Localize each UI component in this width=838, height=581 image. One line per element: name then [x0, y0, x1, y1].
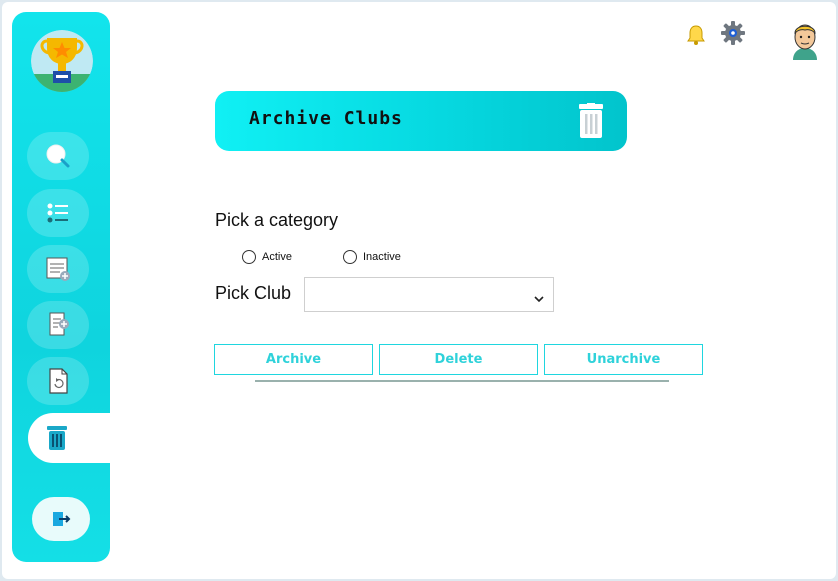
- header-banner: Archive Clubs: [215, 91, 627, 151]
- nav-logout[interactable]: [32, 497, 90, 541]
- sidebar: [12, 12, 158, 562]
- search-icon: [46, 144, 70, 168]
- trophy-logo: [31, 30, 93, 92]
- radio-active-circle[interactable]: [242, 250, 256, 264]
- trash-icon: [47, 426, 67, 450]
- refresh-document-icon: [49, 368, 68, 394]
- add-document-icon: [49, 312, 69, 336]
- trash-icon: [577, 103, 605, 144]
- notification-bell-icon[interactable]: [686, 24, 706, 51]
- list-icon: [47, 203, 68, 223]
- add-note-icon: [46, 257, 70, 281]
- archive-button[interactable]: Archive: [214, 344, 373, 375]
- nav-list[interactable]: [27, 189, 89, 237]
- nav-add-note[interactable]: [27, 245, 89, 293]
- club-label: Pick Club: [215, 283, 292, 303]
- chevron-down-icon[interactable]: [534, 290, 544, 308]
- radio-active-label: Active: [262, 251, 292, 263]
- delete-button[interactable]: Delete: [379, 344, 538, 375]
- divider: [255, 380, 669, 382]
- app-window: Archive Clubs Pick a category Active Ina…: [2, 2, 836, 579]
- nav-archive-active[interactable]: [28, 413, 158, 463]
- nav-search[interactable]: [27, 132, 89, 180]
- settings-gear-icon[interactable]: [721, 21, 745, 50]
- logout-icon: [53, 512, 71, 526]
- nav-add-document[interactable]: [27, 301, 89, 349]
- unarchive-button[interactable]: Unarchive: [544, 344, 703, 375]
- club-select[interactable]: [304, 277, 554, 312]
- radio-inactive-circle[interactable]: [343, 250, 357, 264]
- page-title: Archive Clubs: [249, 108, 403, 129]
- category-label: Pick a category: [215, 210, 339, 230]
- nav-refresh-document[interactable]: [27, 357, 89, 405]
- radio-active[interactable]: Active: [242, 250, 292, 264]
- radio-inactive-label: Inactive: [363, 251, 401, 263]
- user-avatar[interactable]: [789, 20, 821, 65]
- radio-inactive[interactable]: Inactive: [343, 250, 401, 264]
